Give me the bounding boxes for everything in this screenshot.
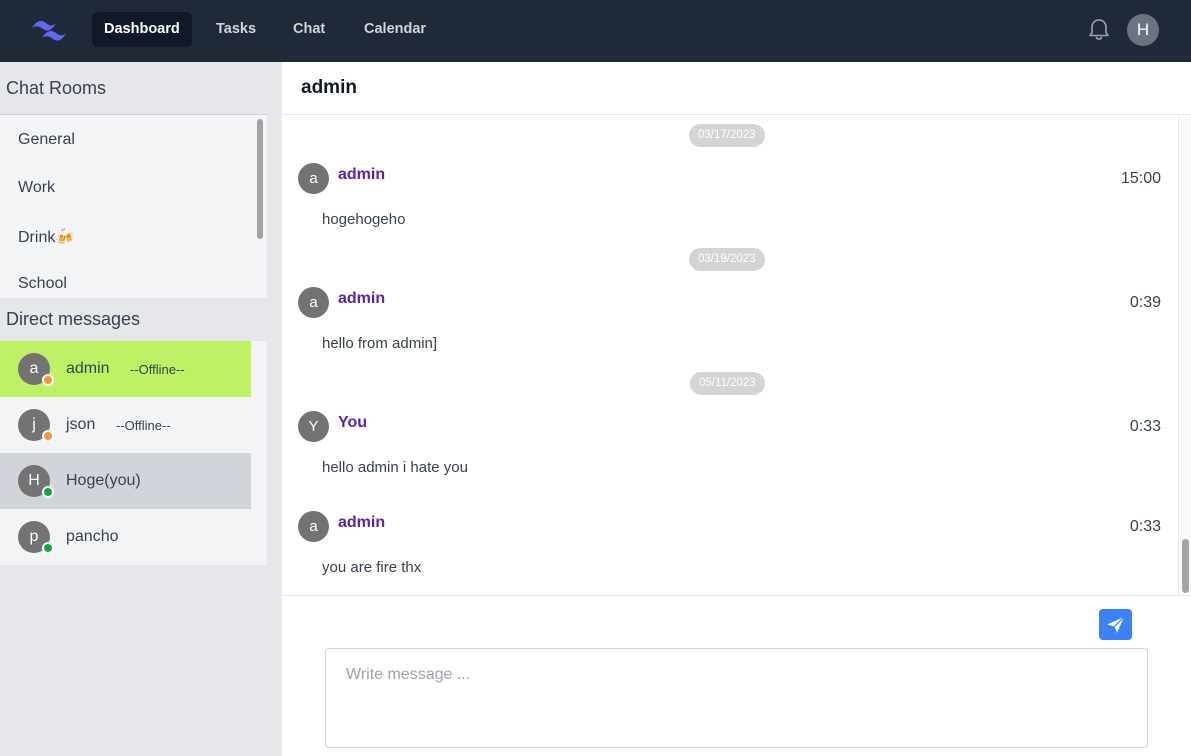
message-avatar: a: [298, 287, 329, 318]
message-text: you are fire thx: [322, 559, 422, 576]
message-author: admin: [338, 166, 386, 183]
dm-name: Hoge(you): [66, 472, 141, 489]
message-author: admin: [338, 290, 386, 307]
message-author: You: [338, 414, 368, 431]
dm-scroll-track: [251, 341, 267, 565]
dm-name: admin: [66, 360, 110, 377]
dm-name: json: [66, 416, 96, 433]
room-work[interactable]: Work: [18, 179, 55, 197]
send-button[interactable]: [1099, 609, 1132, 640]
online-status-dot: [42, 486, 54, 498]
dm-status: --Offline--: [130, 362, 185, 377]
dm-item-pancho[interactable]: p pancho: [0, 509, 251, 565]
offline-status-dot: [42, 430, 54, 442]
top-navbar: Dashboard Tasks Chat Calendar H: [0, 0, 1191, 62]
chat-rooms-list: General Work Drink🍻 School: [0, 114, 267, 298]
message-text: hello from admin]: [322, 335, 438, 352]
dm-item-admin[interactable]: a admin --Offline--: [0, 341, 251, 397]
message-avatar: Y: [298, 411, 329, 442]
user-avatar[interactable]: H: [1127, 14, 1159, 46]
dm-name: pancho: [66, 528, 119, 545]
nav-dashboard[interactable]: Dashboard: [92, 12, 192, 47]
chat-title: admin: [301, 77, 357, 98]
online-status-dot: [42, 542, 54, 554]
message-list[interactable]: 03/17/2023 a admin 15:00 hogehogeho 03/1…: [282, 115, 1178, 595]
offline-status-dot: [42, 374, 54, 386]
date-separator: 03/17/2023: [689, 124, 765, 147]
direct-messages-title: Direct messages: [6, 309, 141, 329]
message-author: admin: [338, 514, 386, 531]
message-scrollbar-thumb[interactable]: [1182, 539, 1189, 593]
room-drink[interactable]: Drink🍻: [18, 227, 75, 247]
date-separator: 03/19/2023: [689, 248, 765, 271]
dm-status: --Offline--: [116, 418, 171, 433]
room-school[interactable]: School: [18, 275, 67, 293]
message-text: hogehogeho: [322, 211, 406, 228]
chat-rooms-title: Chat Rooms: [6, 78, 107, 98]
dm-item-hoge[interactable]: H Hoge(you): [0, 453, 251, 509]
bell-icon[interactable]: [1086, 17, 1112, 43]
message-time: 0:33: [1129, 418, 1161, 435]
message-input[interactable]: [325, 648, 1148, 748]
message-time: 15:00: [1120, 170, 1161, 187]
message-avatar: a: [298, 163, 329, 194]
chat-panel: admin 03/17/2023 a admin 15:00 hogehogeh…: [281, 62, 1191, 756]
date-separator: 05/11/2023: [690, 372, 765, 395]
message-text: hello admin i hate you: [322, 459, 468, 476]
rooms-scrollbar-thumb[interactable]: [257, 119, 263, 239]
divider: [282, 595, 1191, 596]
dm-item-json[interactable]: j json --Offline--: [0, 397, 251, 453]
nav-chat[interactable]: Chat: [281, 12, 337, 47]
room-general[interactable]: General: [18, 131, 75, 149]
message-scrollbar[interactable]: [1178, 115, 1191, 595]
message-time: 0:39: [1129, 294, 1161, 311]
tailwind-logo-icon[interactable]: [30, 17, 68, 43]
message-avatar: a: [298, 511, 329, 542]
message-time: 0:33: [1129, 518, 1161, 535]
nav-tasks[interactable]: Tasks: [204, 12, 268, 47]
paper-plane-icon: [1107, 616, 1125, 633]
sidebar: Chat Rooms General Work Drink🍻 School Di…: [0, 62, 267, 756]
nav-calendar[interactable]: Calendar: [352, 12, 438, 47]
rooms-scrollbar[interactable]: [255, 115, 267, 298]
